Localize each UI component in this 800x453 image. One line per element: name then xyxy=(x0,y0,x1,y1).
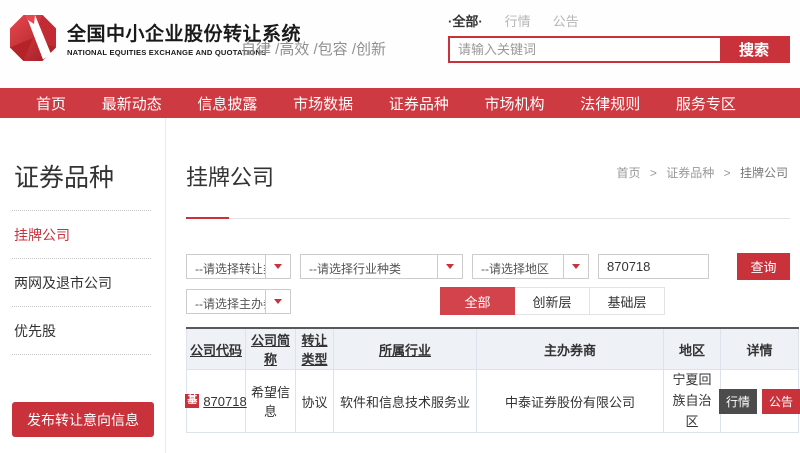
main-nav: 首页 最新动态 信息披露 市场数据 证券品种 市场机构 法律规则 服务专区 xyxy=(0,88,800,118)
industry-select-value: --请选择行业种类 xyxy=(301,255,437,278)
cell-region: 宁夏回族自治区 xyxy=(664,370,721,433)
nav-item-legal-rules[interactable]: 法律规则 xyxy=(580,93,640,114)
industry-select[interactable]: --请选择行业种类 xyxy=(300,254,463,279)
query-button[interactable]: 查询 xyxy=(737,253,790,280)
site-header: 全国中小企业股份转让系统 NATIONAL EQUITIES EXCHANGE … xyxy=(0,0,800,88)
sidebar-item-two-network-delisted[interactable]: 两网及退市公司 xyxy=(12,259,151,307)
nav-item-securities-types[interactable]: 证券品种 xyxy=(389,93,449,114)
column-header-region: 地区 xyxy=(664,328,721,370)
filter-section: --请选择转让类型 --请选择行业种类 --请选择地区 查询 --请选择主办券商 xyxy=(186,253,790,315)
nav-item-home[interactable]: 首页 xyxy=(36,93,66,114)
nav-item-info-disclosure[interactable]: 信息披露 xyxy=(197,93,257,114)
cell-short-name: 希望信息 xyxy=(246,370,296,433)
announcement-button[interactable]: 公告 xyxy=(762,389,800,414)
layer-tabs: 全部 创新层 基础层 xyxy=(440,287,665,315)
company-code-link[interactable]: 870718 xyxy=(203,394,246,409)
publish-transfer-intent-button[interactable]: 发布转让意向信息 xyxy=(12,402,154,437)
search-area: ·全部· 行情 公告 搜索 xyxy=(448,11,790,63)
sidebar-title: 证券品种 xyxy=(12,118,151,211)
sidebar-item-listed-companies[interactable]: 挂牌公司 xyxy=(12,211,151,259)
column-header-transfer-type[interactable]: 转让类型 xyxy=(296,328,334,370)
column-header-industry[interactable]: 所属行业 xyxy=(334,328,477,370)
column-header-company-code[interactable]: 公司代码 xyxy=(187,328,246,370)
cell-detail: 行情 公告 xyxy=(721,370,799,433)
company-table: 公司代码 公司简称 转让类型 所属行业 主办券商 地区 详情 基 870718 xyxy=(186,327,799,433)
sidebar: 证券品种 挂牌公司 两网及退市公司 优先股 发布转让意向信息 xyxy=(0,118,166,453)
breadcrumb-securities-types[interactable]: 证券品种 xyxy=(666,166,714,180)
broker-select[interactable]: --请选择主办券商 xyxy=(186,289,291,314)
nav-item-latest-news[interactable]: 最新动态 xyxy=(102,93,162,114)
filter-row-2: --请选择主办券商 全部 创新层 基础层 xyxy=(186,287,790,315)
layer-tab-basic[interactable]: 基础层 xyxy=(590,287,665,315)
chevron-down-icon xyxy=(265,290,290,313)
cell-broker: 中泰证券股份有限公司 xyxy=(477,370,664,433)
title-underline xyxy=(186,218,790,219)
search-input[interactable] xyxy=(450,38,720,61)
main-panel: 挂牌公司 首页 > 证券品种 > 挂牌公司 --请选择转让类型 --请选择行业种… xyxy=(166,118,800,433)
broker-select-value: --请选择主办券商 xyxy=(187,290,265,313)
search-tab-all[interactable]: ·全部· xyxy=(448,11,483,30)
quote-button[interactable]: 行情 xyxy=(719,389,757,414)
chevron-down-icon xyxy=(563,255,588,278)
chevron-down-icon xyxy=(437,255,462,278)
nav-item-market-institutions[interactable]: 市场机构 xyxy=(485,93,545,114)
cell-company-code: 基 870718 xyxy=(187,370,246,433)
site-slogan: 自律 /高效 /包容 /创新 xyxy=(241,38,386,59)
neeq-octagon-logo-icon xyxy=(8,13,58,63)
cell-industry: 软件和信息技术服务业 xyxy=(334,370,477,433)
region-select-value: --请选择地区 xyxy=(473,255,563,278)
search-tab-announcements[interactable]: 公告 xyxy=(553,11,579,30)
nav-item-market-data[interactable]: 市场数据 xyxy=(293,93,353,114)
column-header-broker: 主办券商 xyxy=(477,328,664,370)
layer-tab-all[interactable]: 全部 xyxy=(440,287,515,315)
basic-layer-badge-icon: 基 xyxy=(185,394,199,408)
transfer-type-select[interactable]: --请选择转让类型 xyxy=(186,254,291,279)
sidebar-item-preferred-stock[interactable]: 优先股 xyxy=(12,307,151,355)
breadcrumb-separator: > xyxy=(724,166,731,180)
search-scope-tabs: ·全部· 行情 公告 xyxy=(448,11,790,30)
breadcrumb-home[interactable]: 首页 xyxy=(617,166,641,180)
breadcrumb-separator: > xyxy=(650,166,657,180)
breadcrumb: 首页 > 证券品种 > 挂牌公司 xyxy=(617,164,788,181)
layer-tab-innovation[interactable]: 创新层 xyxy=(515,287,590,315)
region-select[interactable]: --请选择地区 xyxy=(472,254,589,279)
transfer-type-select-value: --请选择转让类型 xyxy=(187,255,265,278)
content-area: 证券品种 挂牌公司 两网及退市公司 优先股 发布转让意向信息 挂牌公司 首页 >… xyxy=(0,118,800,453)
filter-row-1: --请选择转让类型 --请选择行业种类 --请选择地区 查询 xyxy=(186,253,790,280)
breadcrumb-current-page: 挂牌公司 xyxy=(740,166,788,180)
keyword-input[interactable] xyxy=(598,254,709,279)
table-header-row: 公司代码 公司简称 转让类型 所属行业 主办券商 地区 详情 xyxy=(187,328,799,370)
chevron-down-icon xyxy=(265,255,290,278)
table-row: 基 870718 希望信息 协议 软件和信息技术服务业 中泰证券股份有限公司 宁… xyxy=(187,370,799,433)
search-tab-quotes[interactable]: 行情 xyxy=(505,11,531,30)
cell-transfer-type: 协议 xyxy=(296,370,334,433)
nav-item-service-zone[interactable]: 服务专区 xyxy=(676,93,736,114)
column-header-short-name[interactable]: 公司简称 xyxy=(246,328,296,370)
search-bar: 搜索 xyxy=(448,36,790,63)
search-button[interactable]: 搜索 xyxy=(720,38,788,61)
column-header-detail: 详情 xyxy=(721,328,799,370)
